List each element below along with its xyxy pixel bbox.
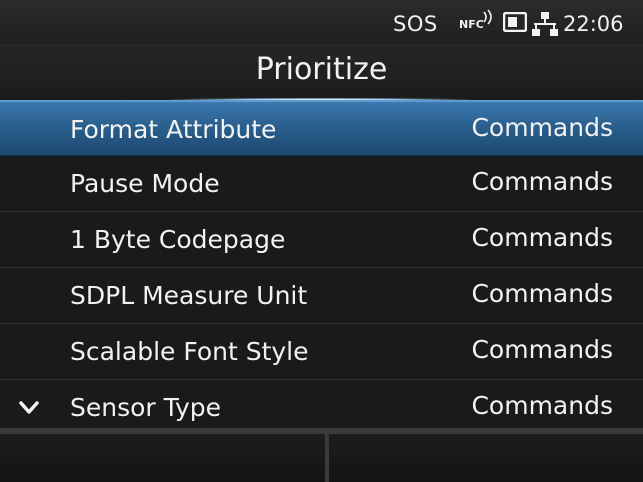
item-value: Commands	[471, 167, 613, 196]
item-label: Pause Mode	[70, 169, 220, 198]
clock: 22:06	[563, 12, 624, 36]
page-title: Prioritize	[255, 52, 388, 87]
list-item-sdpl-measure-unit[interactable]: SDPL Measure Unit Commands	[0, 268, 643, 324]
printer-display: SOS NFC 22:06 Prioritize Format Attribut…	[0, 0, 643, 482]
item-label: Format Attribute	[70, 115, 277, 144]
item-value: Commands	[471, 391, 613, 420]
list-item-pause-mode[interactable]: Pause Mode Commands	[0, 156, 643, 212]
left-soft-key[interactable]	[0, 434, 325, 482]
network-icon	[532, 12, 558, 36]
title-bar: Prioritize	[0, 44, 643, 101]
item-label: SDPL Measure Unit	[70, 281, 308, 310]
nfc-label: NFC	[459, 18, 484, 31]
soft-key-bar	[0, 428, 643, 482]
settings-list: Format Attribute Commands Pause Mode Com…	[0, 100, 643, 436]
nfc-icon	[483, 9, 492, 25]
item-value: Commands	[471, 113, 613, 142]
item-value: Commands	[471, 335, 613, 364]
right-soft-key[interactable]	[329, 434, 643, 482]
list-item-1-byte-codepage[interactable]: 1 Byte Codepage Commands	[0, 212, 643, 268]
list-item-scalable-font-style[interactable]: Scalable Font Style Commands	[0, 324, 643, 380]
item-label: Scalable Font Style	[70, 337, 309, 366]
item-value: Commands	[471, 279, 613, 308]
item-label: 1 Byte Codepage	[70, 225, 286, 254]
sd-card-icon	[503, 12, 527, 32]
chevron-down-icon	[19, 401, 39, 414]
list-item-format-attribute[interactable]: Format Attribute Commands	[0, 100, 643, 156]
status-bar: SOS NFC 22:06	[0, 0, 643, 44]
sos-indicator: SOS	[393, 12, 438, 36]
item-label: Sensor Type	[70, 393, 222, 422]
item-value: Commands	[471, 223, 613, 252]
